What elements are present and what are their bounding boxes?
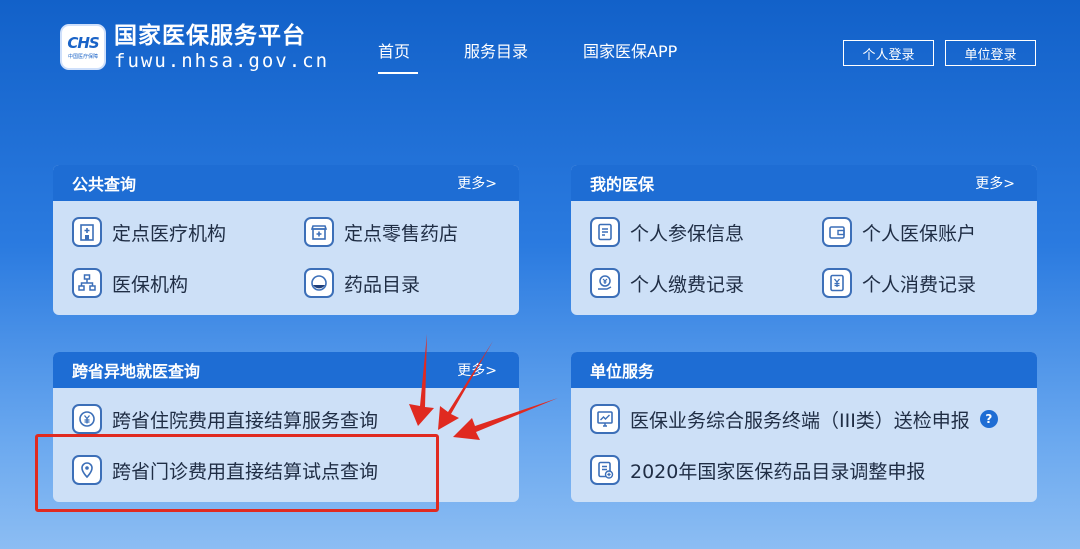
logo-mark: CHS [67,34,99,52]
wallet-icon [822,217,852,247]
logo-mark-subtitle: 中国医疗保障 [67,54,98,60]
item-cross-province-inpatient-query[interactable]: 跨省住院费用直接结算服务查询 [72,404,378,434]
item-label: 个人医保账户 [862,222,977,245]
item-label: 医保机构 [112,273,189,296]
item-label: 2020年国家医保药品目录调整申报 [630,460,926,483]
insurance-document-icon [590,217,620,247]
more-link[interactable]: 更多> [457,173,497,193]
header: CHS 中国医疗保障 国家医保服务平台 fuwu.nhsa.gov.cn 首页 … [0,0,1080,90]
annotation-highlight-box [35,434,439,512]
item-label: 个人参保信息 [630,222,745,245]
personal-login-button[interactable]: 个人登录 [843,40,934,66]
item-personal-insurance-info[interactable]: 个人参保信息 [590,217,744,247]
payment-hand-icon [590,268,620,298]
pharmacy-store-icon [304,217,334,247]
my-insurance-card: 我的医保 更多> 个人参保信息 个人医保账户 个人缴费记录 个人消费记录 [571,165,1037,315]
unit-service-card: 单位服务 医保业务综合服务终端（III类）送检申报 ? 2020年国家医保药品目… [571,352,1037,502]
yuan-coin-icon [72,404,102,434]
chs-logo-icon: CHS 中国医疗保障 [60,24,106,70]
yuan-receipt-icon [822,268,852,298]
chart-monitor-icon [590,404,620,434]
item-drug-catalog[interactable]: 药品目录 [304,268,420,298]
item-designated-medical-institutions[interactable]: 定点医疗机构 [72,217,226,247]
item-label: 个人缴费记录 [630,273,745,296]
item-label: 定点零售药店 [344,222,459,245]
site-title: 国家医保服务平台 [114,23,306,49]
public-query-card: 公共查询 更多> 定点医疗机构 定点零售药店 医保机构 药品目录 [53,165,519,315]
item-personal-account[interactable]: 个人医保账户 [822,217,976,247]
pill-capsule-icon [304,268,334,298]
hospital-building-icon [72,217,102,247]
item-designated-pharmacies[interactable]: 定点零售药店 [304,217,458,247]
item-payment-records[interactable]: 个人缴费记录 [590,268,744,298]
nav-home[interactable]: 首页 [378,38,418,74]
item-label: 药品目录 [344,273,421,296]
card-title: 公共查询 [72,175,137,194]
document-add-icon [590,455,620,485]
site-domain: fuwu.nhsa.gov.cn [114,50,330,72]
item-label: 定点医疗机构 [112,222,227,245]
item-label: 个人消费记录 [862,273,977,296]
item-label: 医保业务综合服务终端（III类）送检申报 [630,409,970,432]
site-logo[interactable]: CHS 中国医疗保障 国家医保服务平台 fuwu.nhsa.gov.cn [60,22,329,72]
item-terminal-inspection-declaration[interactable]: 医保业务综合服务终端（III类）送检申报 ? [590,404,998,434]
org-chart-icon [72,268,102,298]
card-title: 单位服务 [590,362,655,381]
item-insurance-agencies[interactable]: 医保机构 [72,268,188,298]
card-title: 我的医保 [590,175,655,194]
item-consumption-records[interactable]: 个人消费记录 [822,268,976,298]
unit-login-button[interactable]: 单位登录 [945,40,1036,66]
item-label: 跨省住院费用直接结算服务查询 [112,409,379,432]
more-link[interactable]: 更多> [457,360,497,380]
item-drug-catalog-adjustment-declaration[interactable]: 2020年国家医保药品目录调整申报 [590,455,925,485]
help-icon[interactable]: ? [979,410,998,428]
nav-service-catalog[interactable]: 服务目录 [464,38,544,62]
more-link[interactable]: 更多> [975,173,1015,193]
nav-app[interactable]: 国家医保APP [583,38,693,62]
card-title: 跨省异地就医查询 [72,362,201,381]
